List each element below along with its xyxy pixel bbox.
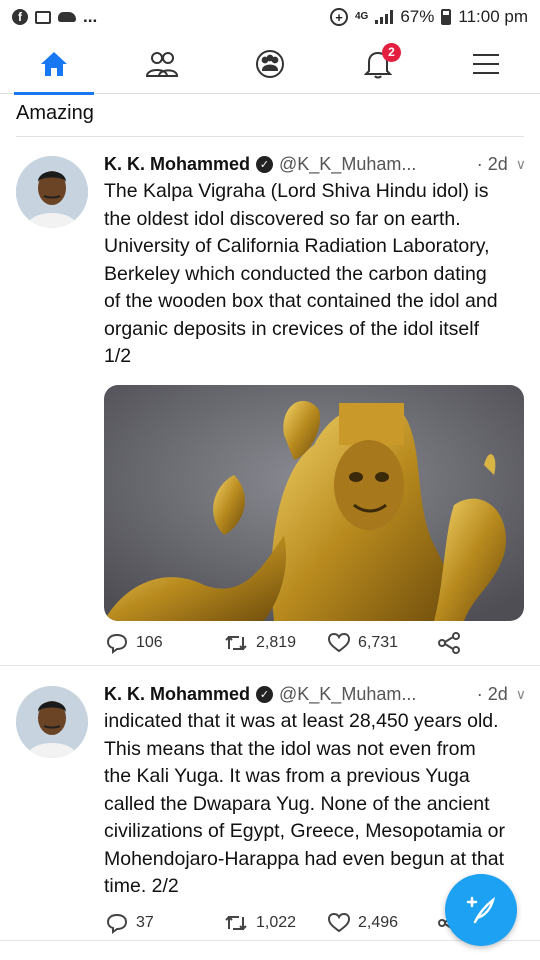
status-right: + 4G 67% 11:00 pm xyxy=(330,7,528,27)
tweet-line: Berkeley which conducted the carbon dati… xyxy=(104,262,487,285)
tweet-actions: 106 2,819 6,731 xyxy=(106,628,460,658)
cloud-icon xyxy=(58,12,76,22)
tweet-image[interactable] xyxy=(104,384,524,621)
divider xyxy=(0,665,540,666)
reply-icon xyxy=(106,913,128,934)
heart-icon xyxy=(328,913,350,933)
like-count: 2,496 xyxy=(358,914,399,931)
divider xyxy=(0,940,540,941)
tweet-body: K. K. Mohammed ✓ @K_K_Muham... · 2d ∨ Th… xyxy=(104,152,526,621)
reply-count: 37 xyxy=(136,914,154,931)
tweet-text: The Kalpa Vigraha (Lord Shiva Hindu idol… xyxy=(104,178,526,371)
facebook-icon: f xyxy=(12,9,28,25)
heart-icon xyxy=(328,633,350,653)
tweet-body: K. K. Mohammed ✓ @K_K_Muham... · 2d ∨ in… xyxy=(104,682,526,901)
tweet-line: indicated that it was at least 28,450 ye… xyxy=(104,710,499,732)
author-name[interactable]: K. K. Mohammed xyxy=(104,154,250,175)
tweet-header: K. K. Mohammed ✓ @K_K_Muham... · 2d ∨ xyxy=(104,152,526,176)
nav-groups[interactable] xyxy=(230,34,310,94)
reply-button[interactable]: 106 xyxy=(106,632,224,654)
divider xyxy=(16,136,524,137)
retweet-button[interactable]: 1,022 xyxy=(224,913,328,933)
chevron-down-icon[interactable]: ∨ xyxy=(516,686,526,703)
retweet-icon xyxy=(225,915,247,931)
reply-icon xyxy=(106,633,128,654)
retweet-count: 1,022 xyxy=(256,914,297,931)
home-icon xyxy=(41,51,67,76)
share-icon xyxy=(438,632,460,654)
tweet-line: the Kali Yuga. It was from a previous Yu… xyxy=(104,765,470,787)
post-caption: Amazing xyxy=(16,102,94,124)
profile-photo xyxy=(16,156,88,228)
tweet-header: K. K. Mohammed ✓ @K_K_Muham... · 2d ∨ xyxy=(104,682,526,706)
verified-icon: ✓ xyxy=(256,155,274,173)
network-type: 4G xyxy=(355,11,369,22)
chevron-down-icon[interactable]: ∨ xyxy=(516,156,526,173)
tweet-line: called the Dwapara Yug. None of the anci… xyxy=(104,792,490,815)
nav-menu[interactable] xyxy=(446,34,526,94)
tweet-line: organic deposits in crevices of the idol… xyxy=(104,317,480,340)
battery-percent: 67% xyxy=(400,7,435,26)
data-saver-icon: + xyxy=(330,8,348,26)
clock: 11:00 pm xyxy=(458,7,528,26)
tweet-line: of the wooden box that contained the ido… xyxy=(104,290,498,312)
groups-icon xyxy=(256,49,284,78)
retweet-icon xyxy=(225,635,247,651)
author-handle[interactable]: @K_K_Muham... xyxy=(279,684,416,705)
menu-icon xyxy=(473,53,499,74)
tweet-line: Mohendojaro-Harappa had even begun at th… xyxy=(104,847,505,870)
battery-icon xyxy=(441,9,452,25)
friends-icon xyxy=(145,51,179,77)
share-button[interactable] xyxy=(438,632,460,654)
reply-count: 106 xyxy=(136,634,163,651)
reply-button[interactable]: 37 xyxy=(106,912,224,934)
signal-icon xyxy=(375,10,394,24)
compose-feather-icon xyxy=(466,896,496,924)
avatar[interactable] xyxy=(16,156,88,228)
tweet-actions: 37 1,022 2,496 xyxy=(106,908,460,938)
tweet-time: · 2d xyxy=(476,153,508,174)
avatar[interactable] xyxy=(16,686,88,758)
tweet-line: the oldest idol discovered so far on ear… xyxy=(104,207,461,230)
nav-home[interactable] xyxy=(14,34,94,95)
tweet-text: indicated that it was at least 28,450 ye… xyxy=(104,708,526,901)
like-count: 6,731 xyxy=(358,634,399,651)
tweet-line: This means that the idol was not even fr… xyxy=(104,737,476,760)
verified-icon: ✓ xyxy=(256,685,274,703)
like-button[interactable]: 2,496 xyxy=(328,913,438,933)
notification-badge: 2 xyxy=(382,42,401,62)
author-name[interactable]: K. K. Mohammed xyxy=(104,684,250,705)
compose-tweet-button[interactable] xyxy=(445,874,517,946)
nav-notifications[interactable]: 2 xyxy=(338,34,418,94)
tweet-line: 1/2 xyxy=(104,345,132,367)
facebook-nav-bar: 2 xyxy=(0,34,540,95)
status-left: f ... xyxy=(12,7,97,27)
tweet-line: civilizations of Egypt, Greece, Mesopota… xyxy=(104,820,506,842)
status-bar: f ... + 4G 67% 11:00 pm xyxy=(0,0,540,34)
tweet-line: The Kalpa Vigraha (Lord Shiva Hindu idol… xyxy=(104,180,489,202)
more-notifications-dots: ... xyxy=(83,7,98,26)
retweet-button[interactable]: 2,819 xyxy=(224,633,328,653)
author-handle[interactable]: @K_K_Muham... xyxy=(279,154,416,175)
nav-friends[interactable] xyxy=(122,34,202,94)
idol-photo xyxy=(104,384,524,621)
tweet-time: · 2d xyxy=(476,683,508,704)
gallery-icon xyxy=(35,10,51,24)
tweet-line: University of California Radiation Labor… xyxy=(104,235,490,257)
like-button[interactable]: 6,731 xyxy=(328,633,438,653)
profile-photo xyxy=(16,686,88,758)
retweet-count: 2,819 xyxy=(256,634,297,651)
